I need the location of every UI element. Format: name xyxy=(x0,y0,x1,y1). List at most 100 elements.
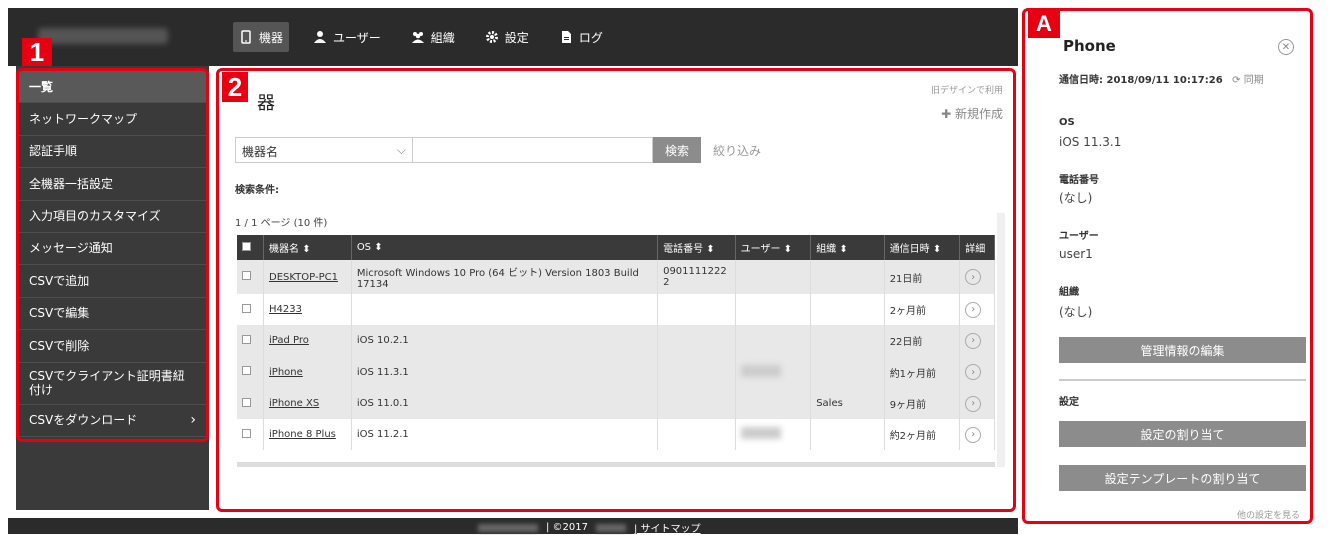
sidebar-item-csv-add[interactable]: CSVで追加 xyxy=(19,265,206,298)
sidebar-item-label: CSVで削除 xyxy=(29,338,90,353)
last-contact-text: 通信日時: 2018/09/11 10:17:26 xyxy=(1059,75,1223,86)
nav-devices[interactable]: 機器 xyxy=(233,22,290,52)
table-row[interactable]: iPhone XS iOS 11.0.1 Sales 9ヶ月前 › xyxy=(237,387,995,420)
phone-value: (なし) xyxy=(1059,191,1093,205)
org-cell xyxy=(810,260,885,294)
os-cell xyxy=(351,294,659,326)
device-name-link[interactable]: iPhone xyxy=(269,367,303,378)
table-row[interactable]: DESKTOP-PC1 Microsoft Windows 10 Pro (64… xyxy=(237,260,995,294)
user-cell xyxy=(735,325,812,357)
device-name-link[interactable]: iPhone XS xyxy=(269,398,319,409)
table-scrollbar[interactable] xyxy=(997,213,1005,467)
assign-template-button[interactable]: 設定テンプレートの割り当て xyxy=(1059,465,1306,491)
sidebar-item-csv-edit[interactable]: CSVで編集 xyxy=(19,298,206,331)
logo[interactable] xyxy=(38,28,168,44)
redacted-company-2 xyxy=(596,523,626,532)
table-row[interactable]: iPhone 8 Plus iOS 11.2.1 約2ヶ月前 › xyxy=(237,419,995,451)
detail-arrow-icon[interactable]: › xyxy=(965,269,982,285)
col-phone[interactable]: 電話番号 ⬍ xyxy=(657,235,736,260)
table-row[interactable]: iPad Pro iOS 10.2.1 22日前 › xyxy=(237,325,995,357)
sidebar-item-csv-download[interactable]: CSVをダウンロード › xyxy=(19,405,206,437)
sidebar-item-auth-procedure[interactable]: 認証手順 xyxy=(19,136,206,169)
user-cell xyxy=(735,387,812,420)
sitemap-link[interactable]: | サイトマップ xyxy=(634,520,701,535)
col-user[interactable]: ユーザー ⬍ xyxy=(735,235,812,260)
sidebar-item-network-map[interactable]: ネットワークマップ xyxy=(19,103,206,136)
old-design-link[interactable]: 旧デザインで利用 xyxy=(931,83,1003,96)
sidebar-item-customize-fields[interactable]: 入力項目のカスタマイズ xyxy=(19,201,206,233)
os-cell: Microsoft Windows 10 Pro (64 ビット) Versio… xyxy=(351,260,659,294)
top-nav-bar: 機器 ユーザー 組織 設定 ログ xyxy=(8,8,1018,66)
group-icon xyxy=(411,32,424,43)
sidebar-item-bulk-settings[interactable]: 全機器一括設定 xyxy=(19,168,206,201)
select-all-checkbox[interactable] xyxy=(242,241,251,251)
device-name-link[interactable]: iPhone 8 Plus xyxy=(269,429,336,440)
device-name-link[interactable]: H4233 xyxy=(269,304,302,315)
sidebar-item-label: 全機器一括設定 xyxy=(29,176,114,191)
search-input[interactable] xyxy=(413,137,653,163)
col-os[interactable]: OS ⬍ xyxy=(351,235,659,260)
edit-management-info-button[interactable]: 管理情報の編集 xyxy=(1059,337,1306,363)
detail-arrow-icon[interactable]: › xyxy=(965,364,982,381)
sidebar-item-label: 入力項目のカスタマイズ xyxy=(29,209,161,224)
new-create-button[interactable]: ✚ 新規作成 xyxy=(941,105,1003,122)
os-value: iOS 11.3.1 xyxy=(1059,135,1122,149)
filter-link[interactable]: 絞り込み xyxy=(713,142,761,159)
nav-settings[interactable]: 設定 xyxy=(479,22,535,52)
sync-link[interactable]: ⟳ 同期 xyxy=(1232,75,1264,86)
sidebar-item-label: ネットワークマップ xyxy=(29,111,138,126)
device-name-link[interactable]: iPad Pro xyxy=(269,335,309,346)
more-settings-link[interactable]: 他の設定を見る xyxy=(1237,508,1300,521)
org-cell xyxy=(810,294,885,326)
nav-organizations[interactable]: 組織 xyxy=(405,22,461,52)
detail-arrow-icon[interactable]: › xyxy=(965,301,982,318)
row-checkbox[interactable] xyxy=(242,397,251,407)
nav-logs-label: ログ xyxy=(578,30,603,45)
nav-logs[interactable]: ログ xyxy=(553,22,609,52)
table-row[interactable]: iPhone iOS 11.3.1 約1ヶ月前 › xyxy=(237,356,995,388)
device-detail-panel: Phone ✕ 通信日時: 2018/09/11 10:17:26 ⟳ 同期 O… xyxy=(1022,8,1313,524)
redacted-user xyxy=(740,427,781,440)
table-row[interactable]: H4233 2ヶ月前 › xyxy=(237,294,995,326)
device-name-link[interactable]: DESKTOP-PC1 xyxy=(269,272,338,283)
page-info: 1 / 1 ページ (10 件) xyxy=(235,218,328,229)
search-field-select[interactable]: 機器名 ⌵ xyxy=(235,137,413,163)
user-label: ユーザー xyxy=(1059,231,1099,242)
detail-arrow-icon[interactable]: › xyxy=(965,426,982,443)
org-value: (なし) xyxy=(1059,305,1093,319)
time-cell: 9ヶ月前 xyxy=(884,387,961,420)
chevron-right-icon: › xyxy=(190,411,196,428)
row-checkbox[interactable] xyxy=(242,366,251,376)
sidebar-item-list[interactable]: 一覧 xyxy=(19,71,206,104)
col-time[interactable]: 通信日時 ⬍ xyxy=(884,235,961,260)
assign-settings-button[interactable]: 設定の割り当て xyxy=(1059,421,1306,447)
close-icon[interactable]: ✕ xyxy=(1278,39,1294,55)
row-checkbox[interactable] xyxy=(242,428,251,438)
nav-users[interactable]: ユーザー xyxy=(307,22,387,52)
select-all-header[interactable] xyxy=(237,235,265,260)
row-checkbox[interactable] xyxy=(242,334,251,344)
copyright: | ©2017 xyxy=(546,522,588,533)
sidebar-item-message-notification[interactable]: メッセージ通知 xyxy=(19,233,206,266)
phone-label: 電話番号 xyxy=(1059,175,1099,186)
os-label: OS xyxy=(1059,117,1075,128)
row-checkbox[interactable] xyxy=(242,271,251,280)
row-checkbox[interactable] xyxy=(242,303,251,313)
detail-arrow-icon[interactable]: › xyxy=(965,332,982,349)
user-icon xyxy=(314,31,327,43)
redacted-company xyxy=(478,523,538,532)
org-cell: Sales xyxy=(810,387,885,420)
sidebar-item-csv-client-cert[interactable]: CSVでクライアント証明書紐付け xyxy=(19,363,206,405)
sidebar-item-label: CSVで追加 xyxy=(29,273,90,288)
detail-title: Phone xyxy=(1063,37,1116,55)
col-org[interactable]: 組織 ⬍ xyxy=(810,235,885,260)
detail-arrow-icon[interactable]: › xyxy=(965,395,982,412)
detail-divider xyxy=(1059,379,1306,381)
col-device-name[interactable]: 機器名 ⬍ xyxy=(263,235,352,260)
nav-devices-label: 機器 xyxy=(259,30,284,45)
settings-label: 設定 xyxy=(1059,397,1079,408)
search-button[interactable]: 検索 xyxy=(653,137,702,163)
phone-cell xyxy=(657,325,736,357)
sidebar-item-csv-delete[interactable]: CSVで削除 xyxy=(19,330,206,363)
time-cell: 約2ヶ月前 xyxy=(884,419,961,451)
